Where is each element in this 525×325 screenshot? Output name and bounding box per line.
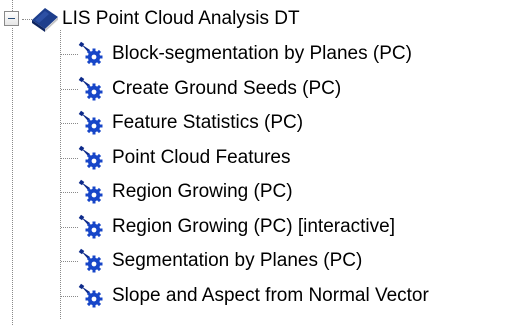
tree-item-label: Create Ground Seeds (PC) (112, 78, 342, 99)
tree-item-label: Slope and Aspect from Normal Vector (112, 285, 429, 306)
tree-item-tool[interactable]: Point Cloud Features (78, 144, 291, 172)
tree-item-label: Segmentation by Planes (PC) (112, 250, 363, 271)
tree-connector-line (61, 123, 78, 124)
tree-connector-line (61, 158, 78, 159)
tree-connector-line (61, 261, 78, 262)
tool-gear-icon (78, 248, 103, 273)
tool-gear-icon (78, 41, 103, 66)
tree-item-label: Block-segmentation by Planes (PC) (112, 43, 412, 64)
tool-gear-icon (78, 110, 103, 135)
tool-library-tree: LIS Point Cloud Analysis DT Block-segmen… (0, 0, 525, 325)
tree-item-tool[interactable]: Region Growing (PC) [interactive] (78, 213, 395, 241)
tool-gear-icon (78, 76, 103, 101)
tool-gear-icon (78, 283, 103, 308)
tree-item-label: Region Growing (PC) [interactive] (112, 216, 395, 237)
book-icon (32, 8, 58, 32)
tree-connector-line (12, 0, 13, 11)
tree-connector-line (12, 28, 13, 325)
tool-gear-icon (78, 214, 103, 239)
tree-item-tool[interactable]: Block-segmentation by Planes (PC) (78, 40, 412, 68)
tree-item-tool[interactable]: Segmentation by Planes (PC) (78, 247, 362, 275)
tree-item-label: Point Cloud Features (112, 147, 291, 168)
collapse-toggle-button[interactable] (4, 11, 19, 26)
tree-connector-line (61, 54, 78, 55)
tree-item-tool[interactable]: Slope and Aspect from Normal Vector (78, 282, 429, 310)
tree-item-tool[interactable]: Region Growing (PC) (78, 178, 293, 206)
tree-connector-line (60, 30, 61, 319)
tree-connector-line (61, 192, 78, 193)
tree-item-tool[interactable]: Create Ground Seeds (PC) (78, 75, 341, 103)
tool-gear-icon (78, 145, 103, 170)
tree-root-label[interactable]: LIS Point Cloud Analysis DT (62, 6, 300, 32)
tree-item-label: Region Growing (PC) (112, 181, 293, 202)
tree-item-label: Feature Statistics (PC) (112, 112, 304, 133)
tree-connector-line (61, 296, 78, 297)
tree-connector-line (61, 227, 78, 228)
tree-connector-line (61, 89, 78, 90)
tree-item-tool[interactable]: Feature Statistics (PC) (78, 109, 303, 137)
tool-gear-icon (78, 179, 103, 204)
